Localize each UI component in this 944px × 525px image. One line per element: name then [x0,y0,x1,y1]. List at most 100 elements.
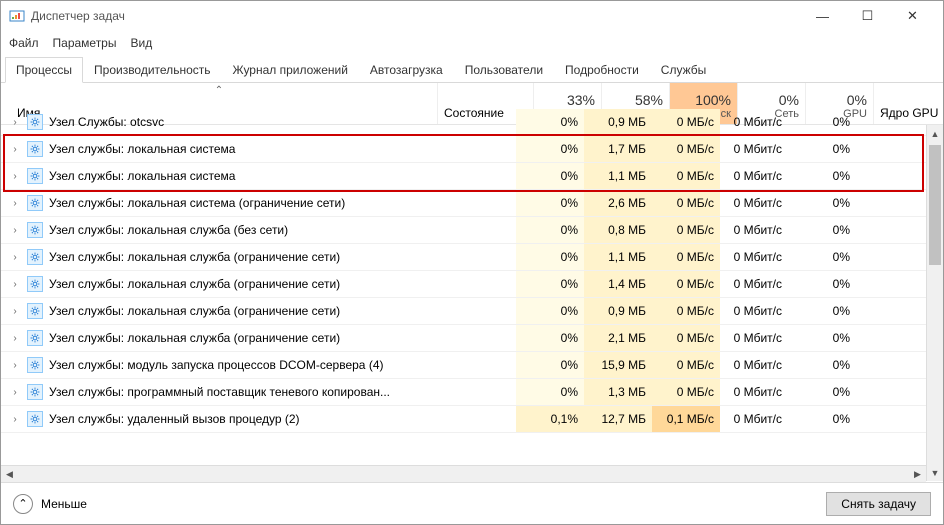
gear-icon [27,249,43,265]
gear-icon [27,141,43,157]
cell-disk: 0,1 МБ/с [652,406,720,432]
minimize-button[interactable]: — [800,1,845,31]
fewer-details-button[interactable]: ⌃ Меньше [13,494,87,514]
process-name: Узел службы: локальная служба (без сети) [49,223,288,237]
gear-icon [27,384,43,400]
process-row[interactable]: ›Узел службы: удаленный вызов процедур (… [1,406,926,433]
tab-3[interactable]: Автозагрузка [359,57,454,82]
close-button[interactable]: ✕ [890,1,935,31]
gear-icon [27,330,43,346]
expand-icon[interactable]: › [9,360,21,371]
cell-gpu: 0% [788,109,856,135]
process-row[interactable]: ›Узел службы: модуль запуска процессов D… [1,352,926,379]
tab-2[interactable]: Журнал приложений [222,57,359,82]
process-row[interactable]: › Узел службы: локальная служба (ограниче… [1,244,926,271]
cell-memory: 1,3 МБ [584,379,652,405]
scrollbar-thumb[interactable] [929,145,941,265]
tab-5[interactable]: Подробности [554,57,650,82]
tab-6[interactable]: Службы [650,57,717,82]
cell-disk: 0 МБ/с [652,352,720,378]
process-name: Узел службы: локальная система (ограниче… [49,196,345,210]
process-name: Узел службы: локальная служба (ограничен… [49,250,340,264]
process-row[interactable]: ›Узел службы: локальная служба (ограниче… [1,298,926,325]
cell-gpu: 0% [788,136,856,162]
menu-file[interactable]: Файл [9,36,39,50]
cell-disk: 0 МБ/с [652,190,720,216]
cell-memory: 0,8 МБ [584,217,652,243]
cell-disk: 0 МБ/с [652,325,720,351]
cell-gpu: 0% [788,379,856,405]
expand-icon[interactable]: › [9,225,21,236]
menu-view[interactable]: Вид [130,36,152,50]
cell-disk: 0 МБ/с [652,379,720,405]
tabs: ПроцессыПроизводительностьЖурнал приложе… [1,57,943,83]
vertical-scrollbar[interactable]: ▲ ▼ [926,125,943,481]
chevron-up-icon: ⌃ [13,494,33,514]
window-title: Диспетчер задач [31,9,800,23]
cell-memory: 0,9 МБ [584,109,652,135]
cell-gpu: 0% [788,406,856,432]
cell-network: 0 Мбит/с [720,406,788,432]
expand-icon[interactable]: › [9,414,21,425]
cell-cpu: 0% [516,163,584,189]
gear-icon [27,303,43,319]
cell-gpu: 0% [788,352,856,378]
horizontal-scrollbar[interactable]: ◀ ▶ [1,465,926,482]
cell-memory: 1,1 МБ [584,163,652,189]
scroll-up-icon[interactable]: ▲ [927,125,943,142]
sort-arrow-icon: ⌃ [215,85,223,96]
cell-cpu: 0% [516,271,584,297]
cell-memory: 15,9 МБ [584,352,652,378]
expand-icon[interactable]: › [9,306,21,317]
cell-gpu: 0% [788,163,856,189]
expand-icon[interactable]: › [9,198,21,209]
gear-icon [27,276,43,292]
process-row[interactable]: ›Узел службы: программный поставщик тене… [1,379,926,406]
expand-icon[interactable]: › [9,144,21,155]
cell-cpu: 0,1% [516,406,584,432]
expand-icon[interactable]: › [9,252,21,263]
cell-cpu: 0% [516,244,584,270]
gear-icon [27,357,43,373]
cell-disk: 0 МБ/с [652,163,720,189]
cell-memory: 2,1 МБ [584,325,652,351]
cell-network: 0 Мбит/с [720,217,788,243]
process-row[interactable]: ›Узел службы: локальная система0%1,1 МБ0… [1,163,926,190]
cell-cpu: 0% [516,298,584,324]
tab-1[interactable]: Производительность [83,57,221,82]
process-row[interactable]: ›Узел службы: локальная система0%1,7 МБ0… [1,136,926,163]
process-list: ›Узел Службы: otcsvc0%0,9 МБ0 МБ/с0 Мбит… [1,109,926,433]
scroll-down-icon[interactable]: ▼ [927,464,943,481]
expand-icon[interactable]: › [9,387,21,398]
cell-network: 0 Мбит/с [720,136,788,162]
cell-memory: 2,6 МБ [584,190,652,216]
app-icon [9,8,25,24]
tab-4[interactable]: Пользователи [454,57,554,82]
process-row[interactable]: ›Узел Службы: otcsvc0%0,9 МБ0 МБ/с0 Мбит… [1,109,926,136]
process-row[interactable]: ›Узел службы: локальная служба (ограниче… [1,271,926,298]
expand-icon[interactable]: › [9,279,21,290]
cell-gpu: 0% [788,298,856,324]
cell-network: 0 Мбит/с [720,163,788,189]
expand-icon[interactable]: › [9,333,21,344]
scroll-left-icon[interactable]: ◀ [1,469,18,480]
expand-icon[interactable]: › [9,117,21,128]
cell-network: 0 Мбит/с [720,190,788,216]
cell-disk: 0 МБ/с [652,136,720,162]
cell-memory: 1,1 МБ [584,244,652,270]
maximize-button[interactable]: ☐ [845,1,890,31]
footer: ⌃ Меньше Снять задачу [1,482,943,524]
process-row[interactable]: › Узел службы: локальная служба (ограниче… [1,325,926,352]
process-row[interactable]: › Узел службы: локальная система (огранич… [1,190,926,217]
menu-options[interactable]: Параметры [53,36,117,50]
tab-0[interactable]: Процессы [5,57,83,83]
process-name: Узел службы: локальная служба (ограничен… [49,331,340,345]
expand-icon[interactable]: › [9,171,21,182]
gear-icon [27,114,43,130]
cell-disk: 0 МБ/с [652,271,720,297]
scroll-right-icon[interactable]: ▶ [909,469,926,480]
cell-network: 0 Мбит/с [720,379,788,405]
cell-disk: 0 МБ/с [652,217,720,243]
end-task-button[interactable]: Снять задачу [826,492,931,516]
process-row[interactable]: › Узел службы: локальная служба (без сети… [1,217,926,244]
